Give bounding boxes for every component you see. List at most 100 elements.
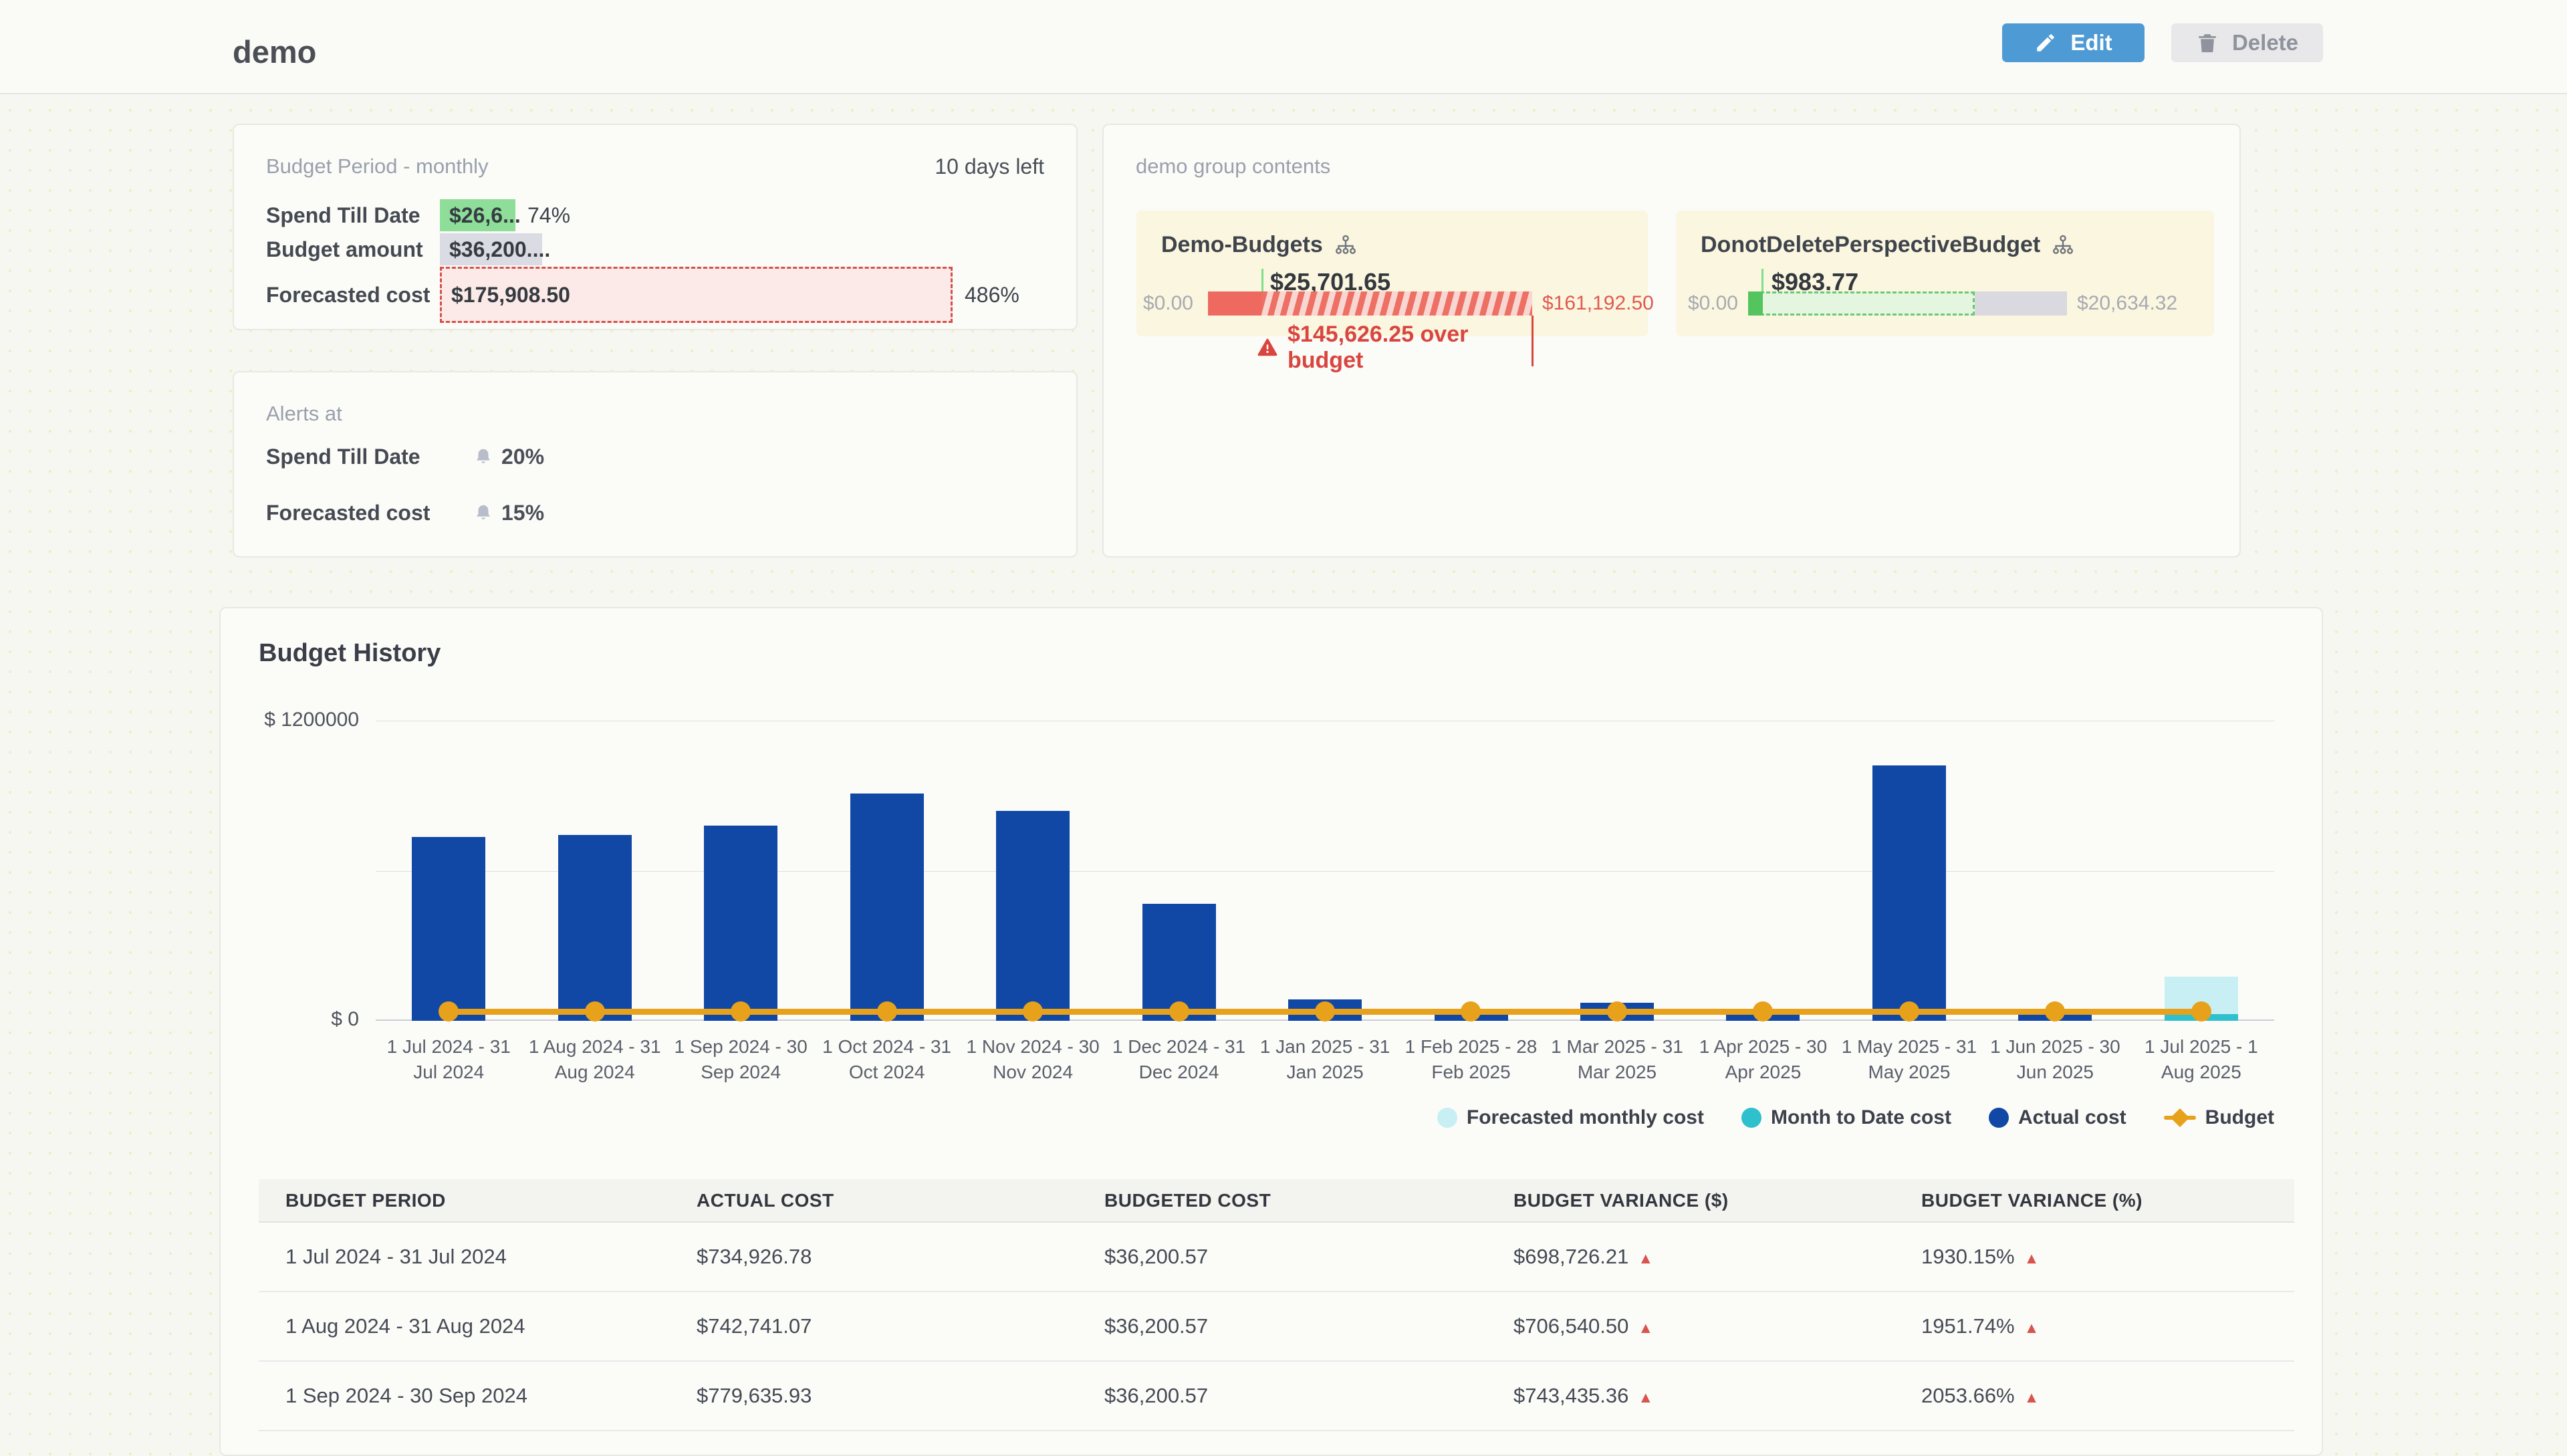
budget-history-chart: [376, 721, 2274, 1021]
forecasted-cost-row: Forecasted cost $175,908.50 486%: [266, 267, 1019, 323]
budget-name-demo-budgets[interactable]: Demo-Budgets: [1161, 232, 1358, 258]
budget-history-table: BUDGET PERIODACTUAL COSTBUDGETED COST BUD…: [259, 1179, 2294, 1431]
delete-button-label: Delete: [2232, 30, 2298, 55]
x-axis-label: 1 Sep 2024 - 30Sep 2024: [668, 1034, 814, 1085]
header-actions: Edit Delete: [2002, 23, 2323, 62]
edit-button-label: Edit: [2070, 30, 2112, 55]
table-column-header: BUDGETED COST: [1078, 1179, 1487, 1222]
app-header: demo Edit Delete: [0, 0, 2567, 94]
budget-point-marker: [585, 1001, 605, 1021]
actual-cost-bar: [412, 837, 485, 1021]
perspective-group-icon: [1334, 233, 1358, 257]
legend-item-actual-cost[interactable]: Actual cost: [1989, 1106, 2126, 1129]
x-axis-label: 1 Jul 2025 - 1Aug 2025: [2128, 1034, 2274, 1085]
table-row: 1 Jul 2024 - 31 Jul 2024$734,926.78$36,2…: [259, 1222, 2294, 1292]
table-column-header: ACTUAL COST: [670, 1179, 1078, 1222]
table-cell: $698,726.21▲: [1487, 1222, 1894, 1292]
variance-up-icon: ▲: [2024, 1388, 2040, 1406]
over-budget-text: $145,626.25 over budget: [1257, 322, 1538, 374]
actual-cost-bar: [558, 835, 632, 1021]
y-axis-zero-label: $ 0: [221, 1008, 359, 1031]
budget-subcard-demo-budgets[interactable]: Demo-Budgets $25,701.65 $0.00 $161,192.5…: [1136, 211, 1648, 336]
bell-icon: [473, 447, 493, 467]
forecast-segment: [1748, 291, 1975, 316]
actual-cost-bar: [1872, 765, 1946, 1021]
alert-row-forecast: Forecasted cost 15%: [266, 497, 544, 529]
table-cell: $742,741.07: [670, 1292, 1078, 1361]
edit-button[interactable]: Edit: [2002, 23, 2145, 62]
donotdelete-bar: [1748, 291, 2067, 316]
legend-dot-icon: [1989, 1108, 2009, 1128]
spend-within-budget-segment: [1208, 291, 1261, 316]
alerts-card-title: Alerts at: [266, 402, 342, 426]
table-cell: 1930.15%▲: [1894, 1222, 2294, 1292]
budget-point-marker: [1169, 1001, 1189, 1021]
actual-cost-bar: [850, 794, 924, 1021]
x-axis-label: 1 May 2025 - 31May 2025: [1836, 1034, 1982, 1085]
x-axis-label: 1 Jun 2025 - 30Jun 2025: [1982, 1034, 2128, 1085]
budget-period-card-title: Budget Period - monthly: [266, 154, 489, 178]
x-axis-label: 1 Oct 2024 - 31Oct 2024: [814, 1034, 959, 1085]
forecasted-cost-percent: 486%: [965, 283, 1019, 308]
budget-amount-row: Budget amount $36,200....: [266, 233, 542, 265]
x-axis-labels: 1 Jul 2024 - 31Jul 20241 Aug 2024 - 31Au…: [376, 1034, 2274, 1085]
actual-cost-bar: [704, 826, 777, 1021]
chart-slot: [668, 721, 814, 1021]
table-cell: $36,200.57: [1078, 1222, 1487, 1292]
group-card-title: demo group contents: [1136, 154, 1330, 178]
forecasted-cost-chip: $175,908.50: [440, 267, 953, 323]
chart-slot: [521, 721, 667, 1021]
table-cell: $706,540.50▲: [1487, 1292, 1894, 1361]
budget-subcard-donotdelete[interactable]: DonotDeletePerspectiveBudget $983.77 $0.…: [1676, 211, 2214, 336]
spend-till-date-percent: 74%: [527, 203, 570, 228]
table-row: 1 Aug 2024 - 31 Aug 2024$742,741.07$36,2…: [259, 1292, 2294, 1361]
budget-history-panel: Budget History $ 1200000 $ 0 1 Jul 2024 …: [219, 607, 2323, 1456]
chart-legend: Forecasted monthly cost Month to Date cos…: [376, 1106, 2274, 1129]
table-column-header: BUDGET PERIOD: [259, 1179, 670, 1222]
chart-slot: [814, 721, 959, 1021]
y-axis-max-label: $ 1200000: [221, 709, 359, 731]
days-left-label: 10 days left: [935, 154, 1044, 179]
table-cell: $779,635.93: [670, 1361, 1078, 1431]
demo-budgets-bar: [1208, 291, 1532, 316]
legend-item-forecasted-monthly-cost[interactable]: Forecasted monthly cost: [1437, 1106, 1704, 1129]
delete-button[interactable]: Delete: [2171, 23, 2323, 62]
alerts-card: Alerts at Spend Till Date 20% Forecasted…: [233, 371, 1078, 558]
variance-up-icon: ▲: [2024, 1249, 2040, 1267]
spend-till-date-label: Spend Till Date: [266, 203, 440, 228]
legend-item-budget[interactable]: Budget: [2164, 1106, 2274, 1129]
table-cell: $743,435.36▲: [1487, 1361, 1894, 1431]
variance-up-icon: ▲: [2024, 1319, 2040, 1336]
alert-spend-value: 20%: [501, 445, 544, 469]
budget-name-donotdelete[interactable]: DonotDeletePerspectiveBudget: [1701, 232, 2075, 258]
variance-up-icon: ▲: [1638, 1388, 1653, 1406]
alert-forecast-value: 15%: [501, 501, 544, 525]
alert-spend-label: Spend Till Date: [266, 445, 473, 469]
group-contents-card: demo group contents Demo-Budgets $25,701…: [1102, 124, 2241, 558]
pencil-icon: [2034, 31, 2057, 54]
table-column-header: BUDGET VARIANCE (%): [1894, 1179, 2294, 1222]
spend-till-date-chip: $26,6...: [440, 199, 515, 231]
page-title: demo: [233, 33, 316, 70]
table-cell: 2053.66%▲: [1894, 1361, 2294, 1431]
table-header-row: BUDGET PERIODACTUAL COSTBUDGETED COST BUD…: [259, 1179, 2294, 1222]
legend-item-month-to-date-cost[interactable]: Month to Date cost: [1741, 1106, 1951, 1129]
chart-slot: [1106, 721, 1251, 1021]
table-cell: 1 Sep 2024 - 30 Sep 2024: [259, 1361, 670, 1431]
spend-till-date-row: Spend Till Date $26,6... 74%: [266, 199, 570, 231]
alert-forecast-label: Forecasted cost: [266, 501, 473, 525]
perspective-group-icon: [2051, 233, 2075, 257]
table-cell: $36,200.57: [1078, 1292, 1487, 1361]
actual-cost-bar: [996, 811, 1070, 1021]
variance-up-icon: ▲: [1638, 1249, 1653, 1267]
chart-slot: [376, 721, 521, 1021]
budget-history-title: Budget History: [259, 639, 441, 668]
bell-icon: [473, 503, 493, 523]
legend-dot-icon: [1437, 1108, 1457, 1128]
legend-dot-icon: [1741, 1108, 1761, 1128]
over-budget-hatched-segment: [1261, 291, 1532, 316]
chart-slot: [1982, 721, 2128, 1021]
chart-slot: [960, 721, 1106, 1021]
budget-point-marker: [877, 1001, 897, 1021]
budget-period-card: Budget Period - monthly 10 days left Spe…: [233, 124, 1078, 330]
